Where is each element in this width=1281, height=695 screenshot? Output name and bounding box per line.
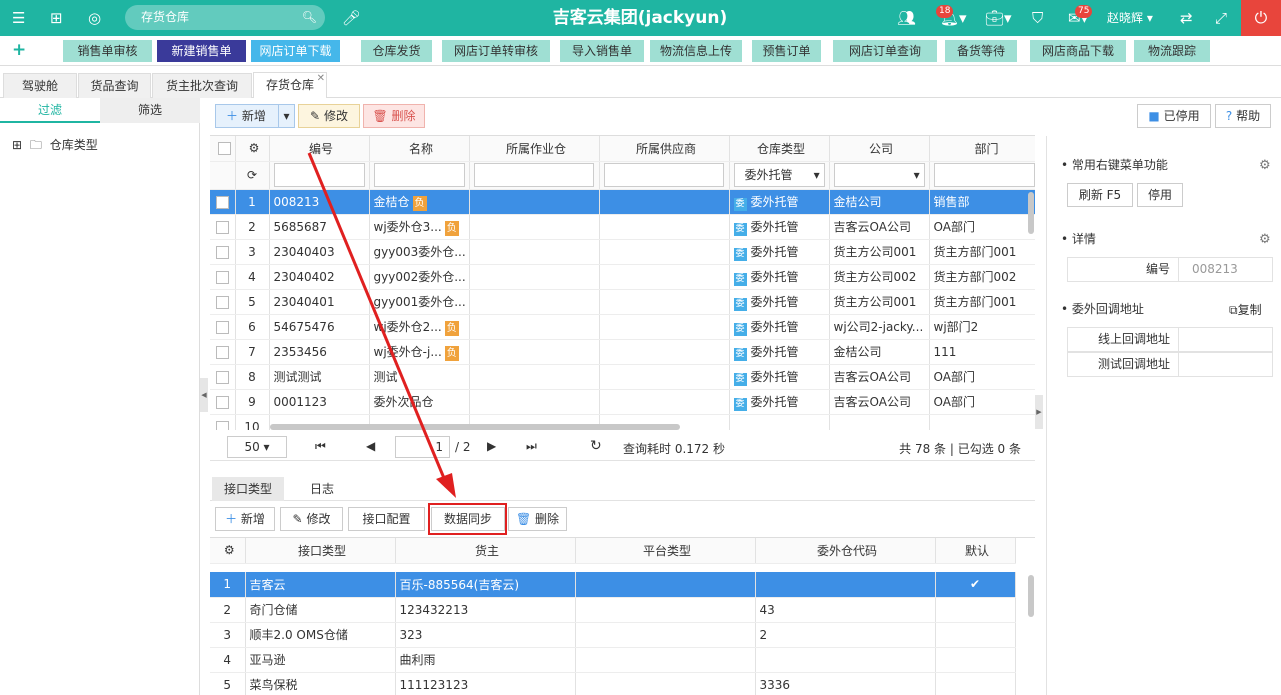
arrow-line <box>307 152 448 484</box>
annotation-arrow <box>307 152 456 498</box>
arrow-head <box>436 473 456 498</box>
